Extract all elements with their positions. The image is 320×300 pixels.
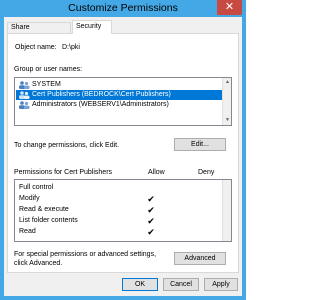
change-permissions-hint: To change permissions, click Edit. xyxy=(14,142,120,149)
customize-permissions-window: Customize Permissions ✕ Share Permission… xyxy=(0,0,246,300)
allow-column-header: Allow xyxy=(148,169,165,176)
list-item-cert-publishers[interactable]: Cert Publishers (BEDROCK\Cert Publishers… xyxy=(16,90,224,100)
special-permissions-hint: For special permissions or advanced sett… xyxy=(14,251,157,267)
tab-share-permissions[interactable]: Share Permissions xyxy=(7,22,71,41)
permission-name: Read & execute xyxy=(19,206,69,213)
group-list-scrollbar[interactable]: ▲ ▼ xyxy=(222,78,231,125)
allow-checkmark-icon: ✔ xyxy=(147,227,155,237)
title-bar[interactable]: Customize Permissions ✕ xyxy=(0,0,246,17)
dialog-body: Share Permissions Security Object name: … xyxy=(4,17,242,296)
apply-button[interactable]: Apply xyxy=(204,278,238,291)
ok-button[interactable]: OK xyxy=(122,278,158,291)
scroll-up-arrow-icon[interactable]: ▲ xyxy=(224,79,231,86)
allow-checkmark-icon: ✔ xyxy=(147,216,155,226)
permission-name: List folder contents xyxy=(19,217,78,224)
user-group-icon xyxy=(19,101,30,109)
advanced-button[interactable]: Advanced xyxy=(174,252,226,265)
object-name-label: Object name: xyxy=(15,44,57,51)
object-name-value: D:\pki xyxy=(62,44,80,51)
permissions-header: Permissions for Cert Publishers xyxy=(14,169,113,176)
permissions-scrollbar[interactable] xyxy=(222,180,231,241)
edit-button[interactable]: Edit... xyxy=(174,138,226,151)
list-item-administrators[interactable]: Administrators (WEBSERV1\Administrators) xyxy=(16,100,224,110)
group-names-label: Group or user names: xyxy=(14,66,83,73)
permission-name: Modify xyxy=(19,195,40,202)
permission-name: Full control xyxy=(19,184,54,191)
scroll-down-arrow-icon[interactable]: ▼ xyxy=(224,117,231,124)
list-item-label: Administrators (WEBSERV1\Administrators) xyxy=(32,101,169,108)
list-item-label: SYSTEM xyxy=(32,81,61,88)
close-button[interactable]: ✕ xyxy=(217,0,242,15)
permission-row: Read ✔ xyxy=(19,227,229,237)
permission-row: Full control xyxy=(19,183,229,193)
permissions-table: Full control Modify ✔ Read & execute ✔ L… xyxy=(14,179,232,242)
permission-name: Read xyxy=(19,228,36,235)
user-group-icon xyxy=(19,91,30,99)
permission-row: Read & execute ✔ xyxy=(19,205,229,215)
deny-column-header: Deny xyxy=(198,169,215,176)
group-user-list[interactable]: SYSTEM Cert Publishers (BEDROCK\Cert Pub… xyxy=(14,77,232,126)
allow-checkmark-icon: ✔ xyxy=(147,194,155,204)
window-title: Customize Permissions xyxy=(68,2,178,14)
tab-security[interactable]: Security xyxy=(72,20,112,34)
list-item-system[interactable]: SYSTEM xyxy=(16,80,224,90)
permission-row: Modify ✔ xyxy=(19,194,229,204)
cancel-button[interactable]: Cancel xyxy=(163,278,199,291)
allow-checkmark-icon: ✔ xyxy=(147,205,155,215)
list-item-label: Cert Publishers (BEDROCK\Cert Publishers… xyxy=(32,91,171,98)
user-group-icon xyxy=(19,81,30,89)
permission-row: List folder contents ✔ xyxy=(19,216,229,226)
